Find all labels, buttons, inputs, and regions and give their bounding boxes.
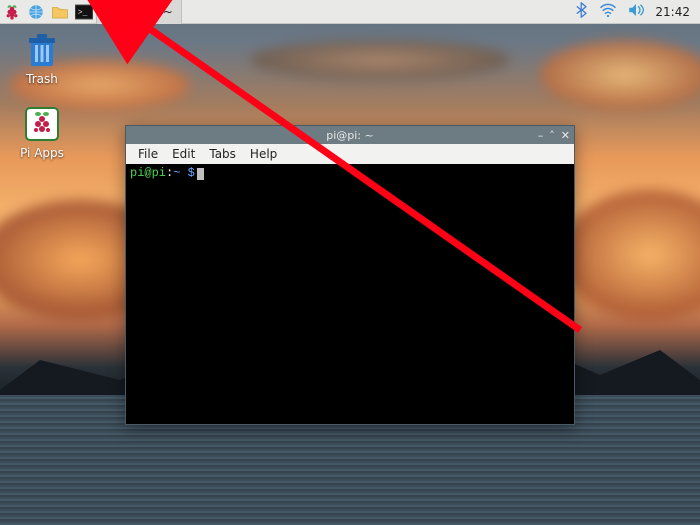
desktop-icon-label: Trash [6, 72, 78, 86]
system-tray: 21:42 [575, 2, 700, 21]
decor-cloud [250, 40, 510, 80]
volume-icon[interactable] [627, 3, 645, 20]
taskbar: >_ pi@pi: ~ 21:42 [0, 0, 700, 24]
desktop-icon-trash[interactable]: Trash [6, 30, 78, 86]
desktop-icon-label: Pi Apps [6, 146, 78, 160]
terminal-content[interactable]: pi@pi:~ $ [126, 164, 574, 424]
trash-icon [20, 30, 64, 70]
terminal-cursor [197, 168, 204, 180]
menu-raspberry-icon[interactable] [0, 0, 24, 24]
menu-edit[interactable]: Edit [166, 146, 201, 162]
menu-file[interactable]: File [132, 146, 164, 162]
terminal-icon [101, 5, 117, 19]
terminal-window[interactable]: pi@pi: ~ – ˄ ✕ File Edit Tabs Help pi@pi… [125, 125, 575, 425]
terminal-prompt: pi@pi:~ $ [130, 166, 195, 180]
file-manager-icon[interactable] [48, 0, 72, 24]
menu-help[interactable]: Help [244, 146, 283, 162]
window-menubar: File Edit Tabs Help [126, 144, 574, 164]
window-title: pi@pi: ~ [126, 129, 574, 142]
web-browser-icon[interactable] [24, 0, 48, 24]
decor-cloud [540, 40, 700, 110]
taskbar-window-label: pi@pi: ~ [121, 5, 173, 19]
svg-text:>_: >_ [78, 8, 88, 17]
piapps-icon [20, 104, 64, 144]
window-close-button[interactable]: ✕ [561, 129, 570, 142]
taskbar-window-button[interactable]: pi@pi: ~ [96, 0, 182, 24]
menu-tabs[interactable]: Tabs [203, 146, 242, 162]
window-maximize-button[interactable]: ˄ [549, 129, 555, 142]
clock[interactable]: 21:42 [655, 5, 690, 19]
bluetooth-icon[interactable] [575, 2, 589, 21]
wifi-icon[interactable] [599, 3, 617, 20]
desktop-icon-piapps[interactable]: Pi Apps [6, 104, 78, 160]
terminal-launcher-icon[interactable]: >_ [72, 0, 96, 24]
window-titlebar[interactable]: pi@pi: ~ – ˄ ✕ [126, 126, 574, 144]
window-minimize-button[interactable]: – [538, 129, 544, 142]
decor-cloud [560, 190, 700, 320]
